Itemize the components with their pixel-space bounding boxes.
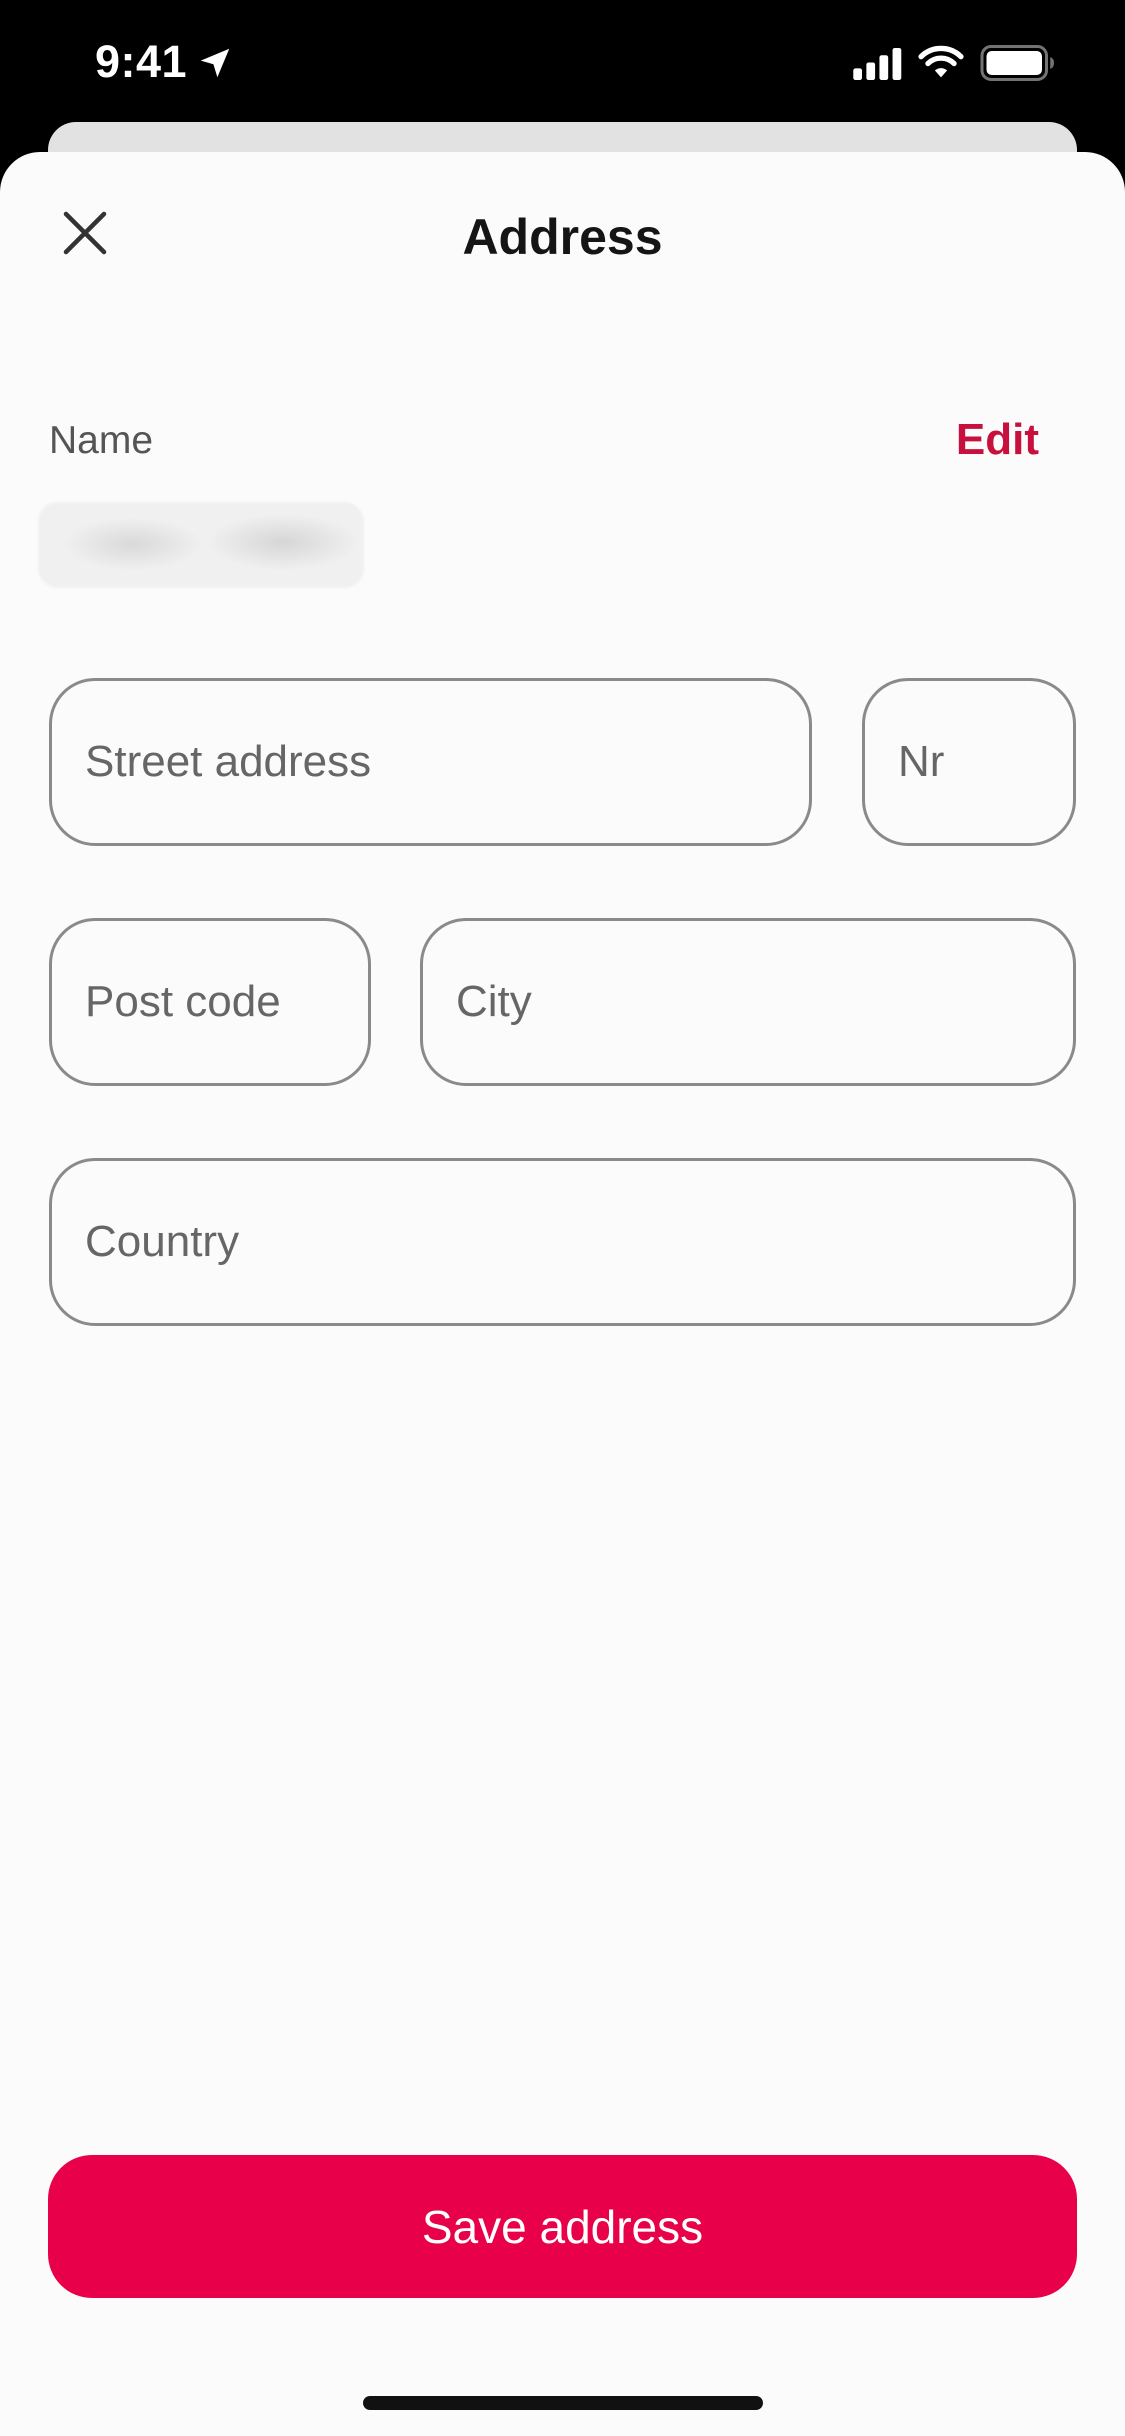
city-input[interactable] <box>423 921 1073 1083</box>
post-code-field[interactable] <box>49 918 371 1086</box>
name-value-redacted <box>38 502 364 588</box>
city-field[interactable] <box>420 918 1076 1086</box>
edit-name-link[interactable]: Edit <box>956 415 1039 465</box>
street-address-input[interactable] <box>52 681 809 843</box>
battery-icon <box>980 45 1054 81</box>
wifi-icon <box>918 45 964 78</box>
status-time: 9:41 <box>95 36 188 87</box>
cellular-signal-icon <box>853 48 902 80</box>
house-number-field[interactable] <box>862 678 1076 846</box>
status-bar: 9:41 <box>0 0 1125 125</box>
country-input[interactable] <box>52 1161 1073 1323</box>
post-code-input[interactable] <box>52 921 368 1083</box>
home-indicator[interactable] <box>363 2396 763 2410</box>
street-address-field[interactable] <box>49 678 812 846</box>
name-label: Name <box>49 419 154 462</box>
page-title: Address <box>462 209 663 265</box>
location-arrow-icon <box>200 48 230 78</box>
save-address-button[interactable]: Save address <box>48 2155 1077 2298</box>
house-number-input[interactable] <box>865 681 1073 843</box>
country-field[interactable] <box>49 1158 1076 1326</box>
